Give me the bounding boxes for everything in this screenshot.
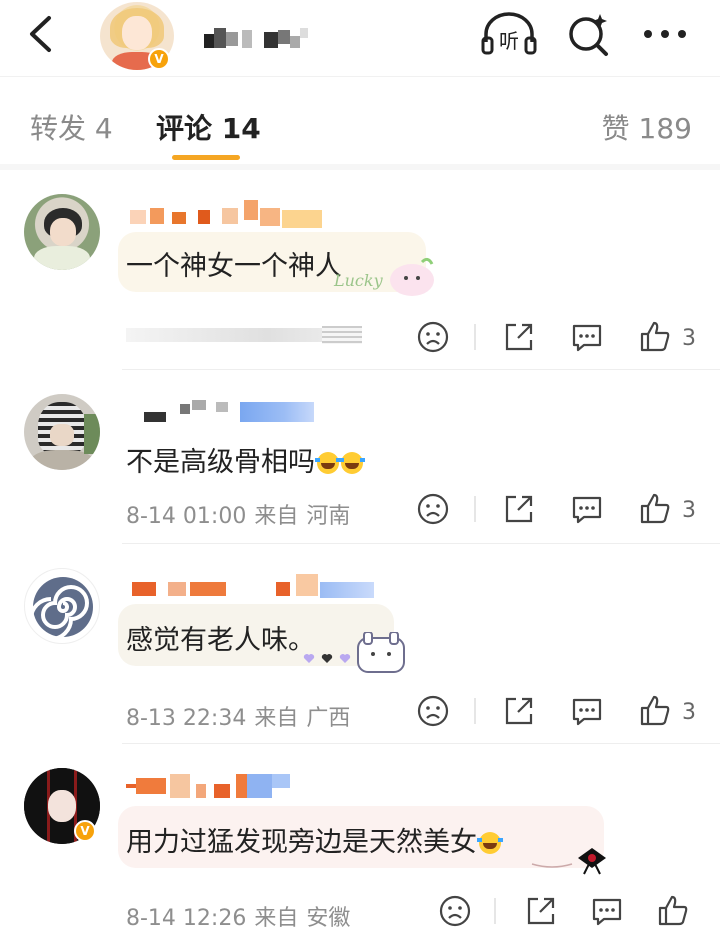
comment-item: 一个神女一个神人 Lucky 3: [0, 170, 720, 370]
spiral-icon: [29, 577, 93, 641]
share-button[interactable]: [524, 894, 558, 928]
thumbs-up-icon: [640, 321, 670, 352]
comment-bubble-icon: [572, 324, 602, 352]
comment-meta-pixelated: [126, 324, 366, 346]
comment-source-label: 来自: [254, 706, 299, 731]
comment-text: 感觉有老人味。: [126, 625, 315, 656]
svg-text:Lucky: Lucky: [333, 271, 384, 290]
reply-button[interactable]: [570, 492, 604, 526]
reply-button[interactable]: [590, 894, 624, 928]
share-button[interactable]: [502, 492, 536, 526]
lucky-sticker-icon: Lucky: [330, 256, 440, 300]
comment-region: 广西: [306, 706, 351, 731]
like-button[interactable]: [656, 894, 690, 928]
chevron-left-icon: [30, 16, 51, 52]
comment-region: 河南: [306, 504, 351, 529]
reply-button[interactable]: [570, 694, 604, 728]
like-button[interactable]: [638, 320, 672, 354]
comment-text: 一个神女一个神人: [126, 251, 342, 282]
commenter-avatar[interactable]: [24, 568, 100, 644]
listen-icon: 听: [481, 12, 537, 55]
comment-item: 感觉有老人味。 8-13 22:34 来自 广西 3: [0, 544, 720, 744]
bunny-hearts-sticker-icon: [300, 631, 410, 676]
action-separator: [494, 898, 496, 924]
like-button[interactable]: [638, 492, 672, 526]
share-icon: [505, 697, 533, 725]
verified-badge-icon: V: [148, 48, 170, 70]
like-count: 3: [682, 700, 696, 725]
tab-reposts[interactable]: 转发 4: [30, 107, 113, 147]
dislike-button[interactable]: [416, 320, 450, 354]
comment-text: 用力过猛发现旁边是天然美女: [126, 820, 503, 859]
comment-bubble-icon: [572, 496, 602, 524]
svg-text:听: 听: [499, 29, 519, 53]
comment-source-label: 来自: [254, 906, 299, 930]
tab-likes[interactable]: 赞 189: [602, 107, 692, 147]
dislike-button[interactable]: [438, 894, 472, 928]
comment-item: 不是高级骨相吗 8-14 01:00 来自 河南 3: [0, 370, 720, 544]
action-separator: [474, 324, 476, 350]
commenter-avatar[interactable]: [24, 194, 100, 270]
comment-item: V 用力过猛发现旁边是天然美女 8-14 12:26 来自 安徽: [0, 744, 720, 930]
comment-region: 安徽: [306, 906, 351, 930]
share-icon: [527, 897, 555, 925]
more-icon: [644, 30, 686, 38]
listen-button[interactable]: 听: [480, 12, 538, 56]
ribbon-sticker-icon: [530, 842, 614, 876]
author-name-pixelated[interactable]: [204, 26, 314, 52]
frown-face-icon: [439, 895, 471, 927]
frown-face-icon: [417, 695, 449, 727]
back-button[interactable]: [22, 12, 62, 56]
comment-text: 不是高级骨相吗: [126, 440, 365, 479]
commenter-name-pixelated[interactable]: [126, 400, 366, 422]
laugh-cry-emoji-icon: [315, 452, 341, 474]
comment-bubble-icon: [572, 698, 602, 726]
thumbs-up-icon: [640, 695, 670, 726]
tab-comments[interactable]: 评论 14: [156, 107, 261, 147]
commenter-avatar[interactable]: [24, 394, 100, 470]
action-separator: [474, 496, 476, 522]
reply-button[interactable]: [570, 320, 604, 354]
laugh-cry-emoji-icon: [477, 832, 503, 854]
action-separator: [474, 698, 476, 724]
like-count: 3: [682, 326, 696, 351]
comment-bubble-icon: [592, 898, 622, 926]
comment-time: 8-14 01:00: [126, 504, 247, 529]
share-button[interactable]: [502, 694, 536, 728]
top-bar: V 听: [0, 0, 720, 76]
dislike-button[interactable]: [416, 694, 450, 728]
thumbs-up-icon: [640, 493, 670, 524]
share-icon: [505, 323, 533, 351]
share-icon: [505, 495, 533, 523]
comment-source-label: 来自: [254, 504, 299, 529]
share-button[interactable]: [502, 320, 536, 354]
commenter-name-pixelated[interactable]: [126, 574, 374, 600]
active-tab-indicator: [172, 155, 240, 160]
search-sparkle-icon: [569, 14, 608, 56]
thumbs-up-icon: [658, 895, 688, 926]
comment-time: 8-14 12:26: [126, 906, 247, 930]
tab-bar: 转发 4 评论 14 赞 189: [0, 76, 720, 164]
like-count: 3: [682, 498, 696, 523]
commenter-name-pixelated[interactable]: [126, 200, 366, 228]
comment-meta: 8-13 22:34 来自 广西: [126, 700, 358, 732]
like-button[interactable]: [638, 694, 672, 728]
comment-time: 8-13 22:34: [126, 706, 247, 731]
more-button[interactable]: [640, 20, 690, 48]
laugh-cry-emoji-icon: [339, 452, 365, 474]
frown-face-icon: [417, 321, 449, 353]
commenter-name-pixelated[interactable]: [126, 774, 366, 798]
comment-meta: 8-14 01:00 来自 河南: [126, 498, 358, 530]
dislike-button[interactable]: [416, 492, 450, 526]
search-button[interactable]: [566, 12, 612, 58]
comment-meta: 8-14 12:26 来自 安徽: [126, 900, 358, 930]
frown-face-icon: [417, 493, 449, 525]
verified-badge-icon: V: [74, 820, 96, 842]
